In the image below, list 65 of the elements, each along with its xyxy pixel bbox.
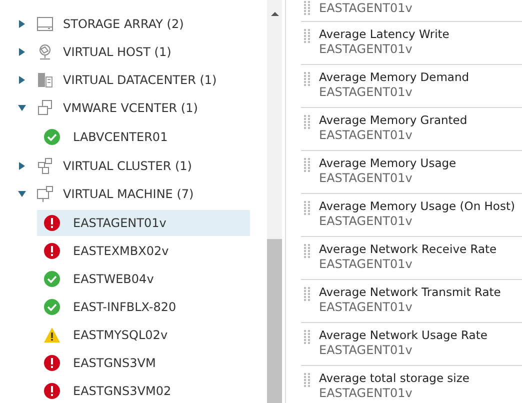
metric-title: Average Memory Usage (On Host) xyxy=(319,198,515,214)
tree-node-label[interactable]: VMWARE VCENTER (1) xyxy=(63,101,198,115)
drag-handle-icon[interactable] xyxy=(304,201,310,215)
metric-title: Average Network Transmit Rate xyxy=(319,284,501,300)
error-circle-icon xyxy=(43,242,61,260)
storage-icon xyxy=(36,15,54,33)
drag-handle-icon[interactable] xyxy=(304,244,310,258)
tree-item[interactable]: EASTAGENT01v xyxy=(37,210,250,236)
metric-source: EASTAGENT01v xyxy=(319,171,414,186)
error-circle-icon xyxy=(43,382,61,400)
metric-source: EASTAGENT01v xyxy=(319,42,414,57)
metric-source: EASTAGENT01v xyxy=(319,300,414,315)
scrollbar[interactable] xyxy=(267,0,282,403)
drag-handle-icon[interactable] xyxy=(304,115,310,129)
tree-node-label[interactable]: VIRTUAL CLUSTER (1) xyxy=(63,159,192,173)
metric-source: EASTAGENT01v xyxy=(319,257,414,272)
check-circle-icon xyxy=(43,298,61,316)
tree-item[interactable]: EASTGNS3VM xyxy=(37,350,250,376)
metric-source: EASTAGENT01v xyxy=(319,343,414,358)
metric-source: EASTAGENT01v xyxy=(319,386,414,401)
metric-source: EASTAGENT01v xyxy=(319,85,414,100)
drag-handle-icon[interactable] xyxy=(304,287,310,301)
building-icon xyxy=(36,71,54,89)
tree-item[interactable]: EASTWEB04v xyxy=(37,266,250,292)
check-circle-icon xyxy=(43,128,61,146)
metric-title: Average Network Usage Rate xyxy=(319,327,488,343)
expand-arrow-icon[interactable] xyxy=(18,75,26,85)
tree-item[interactable]: EASTGNS3VM02 xyxy=(37,378,250,403)
metric-source: EASTAGENT01v xyxy=(319,1,412,16)
expand-arrow-icon[interactable] xyxy=(18,47,26,57)
metric-title: Average Memory Usage xyxy=(319,155,456,171)
drag-handle-icon[interactable] xyxy=(304,1,310,15)
drag-handle-icon[interactable] xyxy=(304,72,310,86)
scrollbar-thumb[interactable] xyxy=(267,239,282,403)
metric-title: Average Memory Granted xyxy=(319,112,468,128)
cluster-icon xyxy=(36,157,54,175)
tree-node-label[interactable]: VIRTUAL HOST (1) xyxy=(63,45,172,59)
metric-title: Average Memory Demand xyxy=(319,69,470,85)
metric-source: EASTAGENT01v xyxy=(319,214,414,229)
scroll-up-icon[interactable] xyxy=(270,11,278,17)
metric-source: EASTAGENT01v xyxy=(319,128,414,143)
windows-stack-icon xyxy=(36,99,54,117)
warning-icon xyxy=(43,326,61,344)
error-circle-icon xyxy=(43,214,61,232)
tree-item[interactable]: EASTMYSQL02v xyxy=(37,322,250,348)
drag-handle-icon[interactable] xyxy=(304,373,310,387)
collapse-arrow-icon[interactable] xyxy=(18,103,26,113)
check-circle-icon xyxy=(43,270,61,288)
drag-handle-icon[interactable] xyxy=(304,330,310,344)
drag-handle-icon[interactable] xyxy=(304,158,310,172)
tree-item[interactable]: EASTEXMBX02v xyxy=(37,238,250,264)
error-circle-icon xyxy=(43,354,61,372)
drag-handle-icon[interactable] xyxy=(304,29,310,43)
collapse-arrow-icon[interactable] xyxy=(18,189,26,199)
metric-title: Average total storage size xyxy=(319,370,470,386)
monitor-icon xyxy=(36,185,54,203)
tree-item[interactable]: LABVCENTER01 xyxy=(37,124,250,150)
metric-title: Average Network Receive Rate xyxy=(319,241,497,257)
expand-arrow-icon[interactable] xyxy=(18,19,26,29)
tree-item[interactable]: EAST-INFBLX-820 xyxy=(37,294,250,320)
tree-node-label[interactable]: VIRTUAL DATACENTER (1) xyxy=(63,73,217,87)
expand-arrow-icon[interactable] xyxy=(18,161,26,171)
tree-node-label[interactable]: VIRTUAL MACHINE (7) xyxy=(63,187,194,201)
tree-node-label[interactable]: STORAGE ARRAY (2) xyxy=(63,17,184,31)
metric-title: Average Latency Write xyxy=(319,26,450,42)
